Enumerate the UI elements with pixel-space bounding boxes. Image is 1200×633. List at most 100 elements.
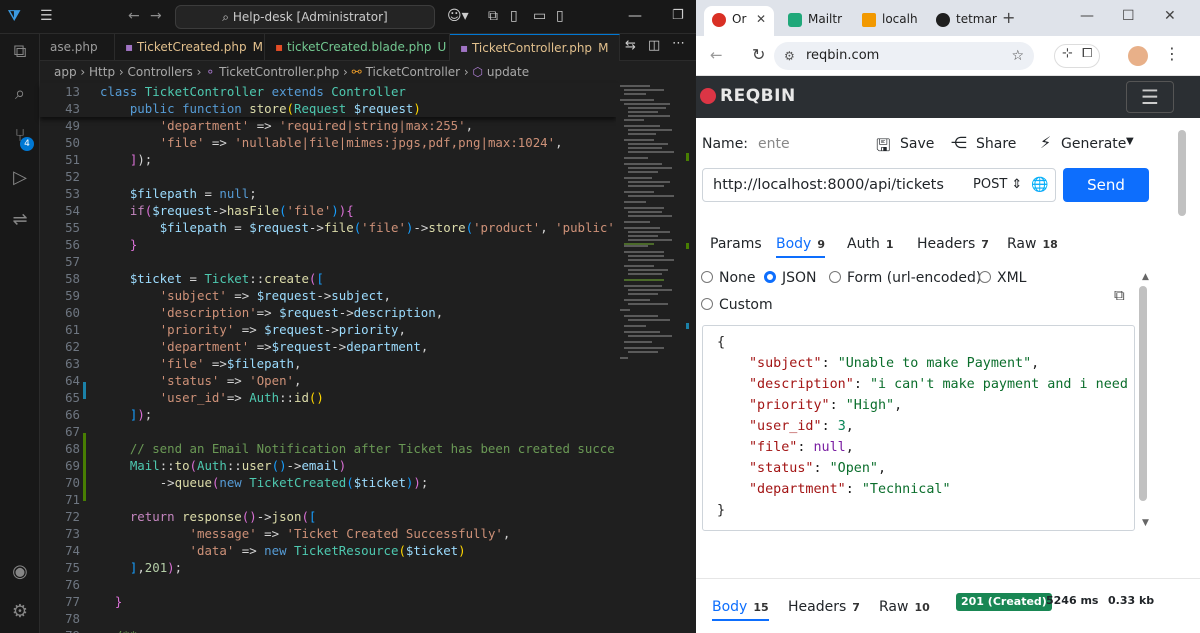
tab-body[interactable]: Body 9 (776, 236, 825, 258)
compare-icon[interactable]: ⇆ (625, 38, 636, 53)
customize-layout-icon[interactable]: ⧉ (488, 8, 498, 24)
gutter-modified-marker (83, 382, 86, 399)
back-arrow-icon[interactable]: ← (710, 46, 723, 64)
minimap[interactable] (616, 83, 682, 633)
line-number: 57 (65, 254, 80, 269)
reload-icon[interactable]: ↻ (752, 45, 765, 64)
toggle-panel-icon[interactable]: ▭ (533, 8, 546, 24)
cors-globe-icon[interactable]: 🌐 (1031, 169, 1048, 201)
search-view-icon[interactable]: ⌕ (8, 82, 32, 106)
breadcrumb-item[interactable]: TicketController.php (219, 65, 339, 79)
line-number: 78 (65, 611, 80, 626)
response-tab-headers[interactable]: Headers 7 (788, 599, 860, 615)
tab-ticketcreated-blade[interactable]: ▪ ticketCreated.blade.php U (265, 34, 450, 61)
breadcrumb-item[interactable]: TicketController (366, 65, 461, 79)
editor-scrollbar[interactable] (683, 83, 696, 633)
request-url-input[interactable]: http://localhost:8000/api/tickets POST ⇕… (702, 168, 1056, 202)
code-line: 'file' =>$filepath, (159, 356, 302, 371)
toggle-sidebar-icon[interactable]: ▯ (510, 8, 518, 24)
line-number: 72 (65, 509, 80, 524)
line-number: 50 (65, 135, 80, 150)
minimize-icon[interactable]: — (1080, 8, 1094, 24)
vscode-logo-icon: ⧩ (8, 8, 21, 24)
browser-tab-reqbin[interactable]: Or ✕ (704, 6, 774, 36)
toggle-secondary-sidebar-icon[interactable]: ▯ (556, 8, 564, 24)
tab-ticketcreated-php[interactable]: ▪ TicketCreated.php M (115, 34, 265, 61)
code-line: 'description'=> $request->description, (159, 305, 444, 320)
bookmark-star-icon[interactable]: ☆ (1011, 42, 1024, 70)
browser-tab-localhost[interactable]: localh (854, 6, 924, 36)
line-number: 77 (65, 594, 80, 609)
line-number: 64 (65, 373, 80, 388)
radio-label: Custom (719, 297, 773, 313)
sticky-scroll-header[interactable]: 13 class TicketController extends Contro… (40, 83, 616, 117)
send-button[interactable]: Send (1063, 168, 1149, 202)
request-name-input[interactable]: ente (758, 136, 790, 152)
close-tab-icon[interactable]: ✕ (756, 6, 766, 32)
extensions-puzzle-icon[interactable]: ⧠ (1082, 46, 1092, 61)
breadcrumb: app › Http › Controllers › ⚬ TicketContr… (40, 61, 696, 83)
editor-scroll-up-icon[interactable]: ▲ (1142, 272, 1149, 282)
tab-count: 7 (981, 238, 989, 251)
gutter-added-marker (83, 433, 86, 501)
site-info-icon[interactable]: ⚙ (784, 42, 795, 70)
chrome-menu-icon[interactable]: ⋮ (1164, 44, 1180, 63)
tab-raw[interactable]: Raw 18 (1007, 236, 1058, 252)
breadcrumb-item[interactable]: app (54, 65, 77, 79)
split-editor-icon[interactable]: ◫ (648, 38, 660, 53)
more-actions-icon[interactable]: ⋯ (672, 36, 685, 51)
editor-scroll-down-icon[interactable]: ▼ (1142, 518, 1149, 528)
browser-tab-github[interactable]: tetmar (928, 6, 998, 36)
remote-explorer-icon[interactable]: ⇌ (8, 208, 32, 232)
profile-avatar[interactable] (1128, 46, 1148, 66)
radio-custom[interactable]: Custom (701, 297, 773, 313)
forward-arrow-icon[interactable]: → (150, 8, 162, 24)
back-arrow-icon[interactable]: ← (128, 8, 140, 24)
radio-none[interactable]: None (701, 270, 756, 286)
generate-button[interactable]: Generate (1061, 136, 1126, 152)
address-bar[interactable]: ⚙ reqbin.com ☆ (774, 42, 1034, 70)
menu-icon[interactable]: ☰ (40, 8, 53, 24)
tab-auth[interactable]: Auth 1 (847, 236, 893, 252)
code-line: $filepath = $request->file('file')->stor… (159, 220, 630, 235)
response-tab-raw[interactable]: Raw 10 (879, 599, 930, 615)
breadcrumb-item[interactable]: Http (89, 65, 115, 79)
code-editor[interactable]: 49 'department' => 'required|string|max:… (40, 83, 630, 633)
tab-ticketcontroller-php[interactable]: ▪ TicketController.php M (450, 34, 620, 61)
settings-gear-icon[interactable]: ⚙ (8, 600, 32, 624)
run-debug-icon[interactable]: ▷ (8, 166, 32, 190)
tab-count: 1 (885, 238, 894, 251)
close-window-icon[interactable]: ✕ (1164, 8, 1176, 24)
browser-tab-mailtrap[interactable]: Mailtr (780, 6, 850, 36)
save-button[interactable]: Save (900, 136, 934, 152)
radio-json[interactable]: JSON (764, 270, 817, 286)
reqbin-brand[interactable]: REQBIN (720, 86, 796, 106)
tab-label: Body (712, 599, 748, 615)
new-tab-icon[interactable]: + (1002, 8, 1015, 27)
tab-params[interactable]: Params (710, 236, 762, 252)
explorer-icon[interactable]: ⧉ (8, 40, 32, 64)
activity-bar: ⧉ ⌕ ⑂ 4 ▷ ⇌ ◉ ⚙ (0, 34, 40, 633)
radio-xml[interactable]: XML (979, 270, 1026, 286)
maximize-icon[interactable]: ☐ (1122, 8, 1135, 24)
copy-icon[interactable]: ⧉ (1114, 286, 1125, 304)
tab-count: 10 (914, 601, 930, 614)
hamburger-menu-icon[interactable]: ☰ (1126, 81, 1174, 113)
radio-form-urlencoded[interactable]: Form (url-encoded) (829, 270, 981, 286)
command-center-search[interactable]: ⌕ Help-desk [Administrator] (175, 5, 435, 29)
method-select[interactable]: POST ⇕ (973, 169, 1022, 201)
account-icon[interactable]: ◉ (8, 560, 32, 584)
breadcrumb-item[interactable]: update (487, 65, 529, 79)
response-tab-body[interactable]: Body 15 (712, 599, 769, 621)
minimize-icon[interactable]: — (628, 8, 642, 24)
page-scrollbar-thumb[interactable] (1178, 130, 1186, 216)
breadcrumb-item[interactable]: Controllers (128, 65, 193, 79)
copilot-icon[interactable]: ☺▾ (447, 8, 469, 24)
restore-icon[interactable]: ❐ (672, 8, 684, 23)
tab-headers[interactable]: Headers 7 (917, 236, 989, 252)
json-body-editor[interactable]: { "subject": "Unable to make Payment", "… (702, 325, 1135, 531)
extension-icon[interactable]: ⊹ (1062, 46, 1073, 61)
editor-scrollbar-thumb[interactable] (1139, 286, 1147, 501)
share-button[interactable]: Share (976, 136, 1016, 152)
tab-ase-php[interactable]: ase.php (40, 34, 115, 61)
